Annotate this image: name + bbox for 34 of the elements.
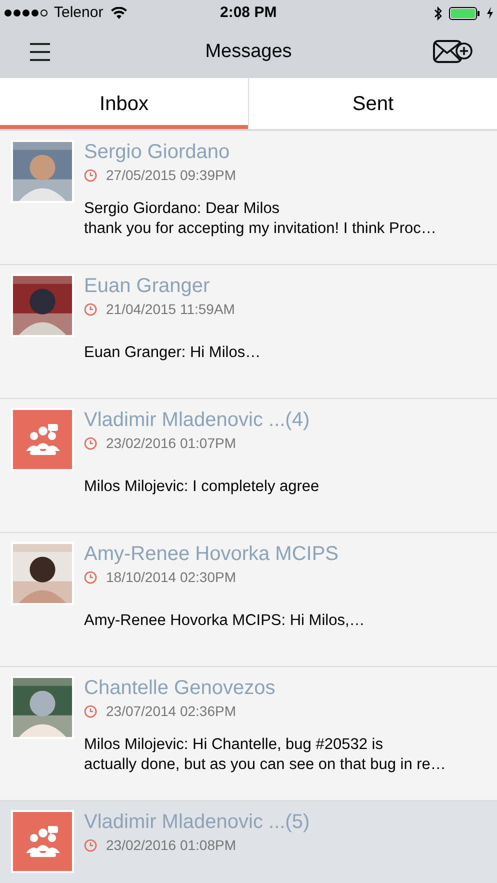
- message-date: 18/10/2014 02:30PM: [106, 568, 236, 587]
- sender-name: Vladimir Mladenovic ...(5): [84, 810, 310, 834]
- message-date: 27/05/2015 09:39PM: [106, 166, 236, 185]
- sender-name: Amy-Renee Hovorka MCIPS: [84, 542, 340, 566]
- clock-icon: [84, 303, 97, 316]
- message-preview: Milos Milojevic: Hi Chantelle, bug #20532 is actually done, but as you can see on that bug in re…: [84, 735, 446, 775]
- screen-title: Messages: [205, 40, 292, 64]
- wifi-icon: [111, 7, 128, 19]
- clock-icon: [84, 571, 97, 584]
- bluetooth-icon: [434, 6, 443, 20]
- message-preview: Euan Granger: Hi Milos…: [84, 343, 261, 363]
- message-date: 23/02/2016 01:07PM: [106, 434, 236, 453]
- sender-name: Vladimir Mladenovic ...(4): [84, 408, 311, 432]
- message-preview: Amy-Renee Hovorka MCIPS: Hi Milos,…: [84, 611, 365, 631]
- sender-name: Sergio Giordano: [84, 140, 231, 164]
- new-message-button[interactable]: [433, 38, 473, 66]
- message-preview: Sergio Giordano: Dear Milos thank you for accepting my invitation! I think Proc…: [84, 199, 436, 239]
- sender-name: Euan Granger: [84, 274, 211, 298]
- message-date: 21/04/2015 11:59AM: [106, 300, 235, 319]
- clock-icon: [84, 169, 97, 182]
- clock-time: 2:08 PM: [220, 2, 277, 23]
- carrier-name: Telenor: [54, 2, 104, 23]
- menu-button[interactable]: [30, 43, 50, 61]
- clock-icon: [84, 839, 97, 852]
- clock-icon: [84, 705, 97, 718]
- message-date: 23/02/2016 01:08PM: [106, 836, 236, 855]
- battery-icon: [449, 6, 481, 20]
- message-date: 23/07/2014 02:36PM: [106, 702, 236, 721]
- tab[interactable]: Sent: [248, 78, 497, 129]
- sender-name: Chantelle Genovezos: [84, 676, 276, 700]
- group-icon: [13, 410, 72, 469]
- group-icon: [13, 812, 72, 871]
- message-preview: Milos Milojevic: I completely agree: [84, 477, 320, 497]
- clock-icon: [84, 437, 97, 450]
